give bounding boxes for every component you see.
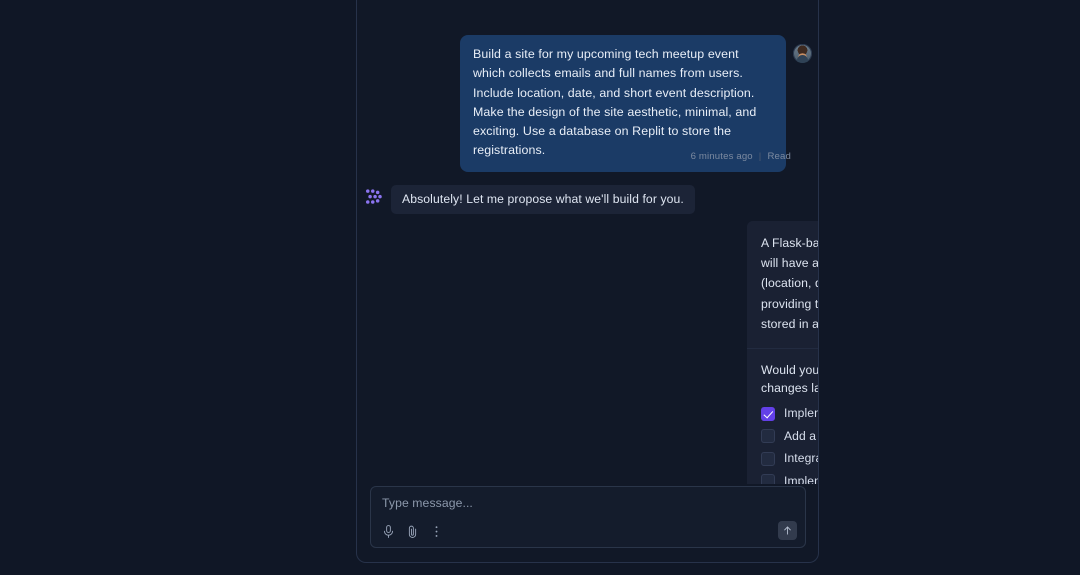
message-list: Build a site for my upcoming tech meetup… (357, 0, 818, 484)
replit-agent-logo-icon (366, 189, 382, 204)
feature-checkbox-2[interactable] (761, 451, 775, 466)
plan-features-section: Would you like any of these additional f… (747, 349, 818, 484)
feature-label-1: Add a feature for users to cancel or mod… (784, 428, 818, 443)
message-composer (370, 486, 806, 548)
user-photo-avatar (793, 44, 812, 63)
composer-toolbar (381, 524, 444, 539)
feature-label-3: Implement email confirmation for success… (784, 473, 818, 484)
send-message-button[interactable] (778, 521, 797, 540)
message-timestamp: 6 minutes ago (690, 151, 753, 162)
feature-checkbox-0[interactable] (761, 406, 775, 421)
microphone-icon[interactable] (381, 524, 396, 539)
assistant-message-bubble: Absolutely! Let me propose what we'll bu… (391, 185, 695, 214)
list-item[interactable]: Implement email confirmation for success… (761, 474, 818, 484)
plan-question: Would you like any of these additional f… (761, 363, 818, 396)
more-options-icon[interactable] (429, 524, 444, 539)
meta-separator: | (758, 151, 762, 162)
feature-checkbox-list: Implement an admin panel to view and man… (761, 406, 818, 484)
feature-checkbox-1[interactable] (761, 429, 775, 444)
feature-label-0: Implement an admin panel to view and man… (784, 406, 818, 421)
message-meta: 6 minutes ago | Read (691, 151, 791, 162)
app-root: Build a site for my upcoming tech meetup… (0, 0, 1080, 575)
feature-checkbox-3[interactable] (761, 474, 775, 484)
message-read-status: Read (767, 151, 791, 162)
list-item[interactable]: Add a feature for users to cancel or mod… (761, 429, 818, 444)
chat-panel: Build a site for my upcoming tech meetup… (356, 0, 819, 563)
list-item[interactable]: Implement an admin panel to view and man… (761, 406, 818, 421)
paperclip-icon[interactable] (405, 524, 420, 539)
assistant-message-row: Absolutely! Let me propose what we'll bu… (364, 185, 695, 214)
message-input[interactable] (382, 496, 765, 510)
list-item[interactable]: Integrate a map showing the event locati… (761, 451, 818, 466)
plan-description: A Flask-based web application for a tech… (747, 221, 818, 350)
arrow-up-icon (784, 526, 791, 535)
feature-label-2: Integrate a map showing the event locati… (784, 451, 818, 466)
plan-card: A Flask-based web application for a tech… (747, 221, 818, 484)
